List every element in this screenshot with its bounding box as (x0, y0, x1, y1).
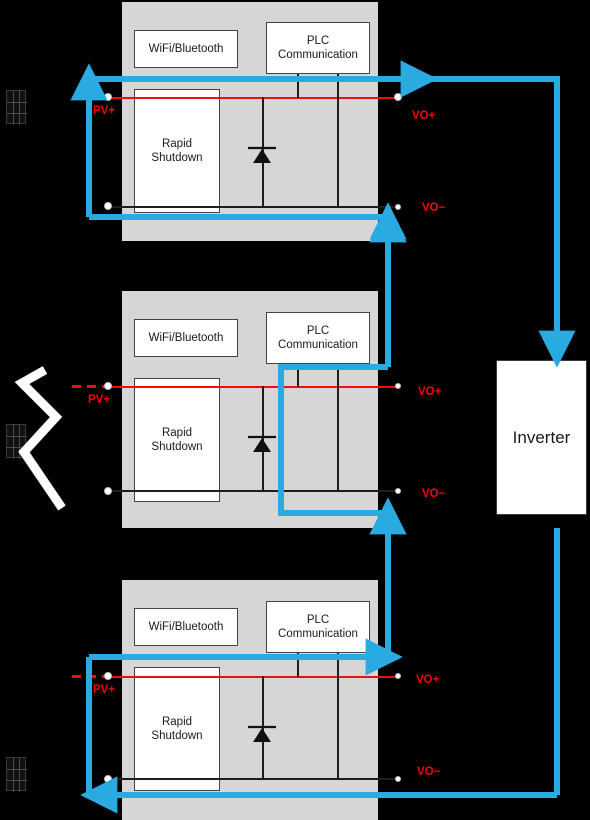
module-1-rsd-label-line1: Rapid (161, 137, 193, 150)
module-2-plc-tap-left (297, 364, 299, 387)
solar-panel-icon-1 (6, 90, 27, 125)
diagram-canvas: WiFi/Bluetooth PLC Communication Rapid S… (0, 0, 590, 820)
module-2-plc-communication-box[interactable]: PLC Communication (266, 312, 370, 364)
module-3-rsd-label-line1: Rapid (161, 715, 193, 728)
module-2-negative-rail (108, 490, 398, 492)
module-2-wifi-bluetooth-box[interactable]: WiFi/Bluetooth (134, 319, 238, 357)
module-2-plc-label-line1: PLC (306, 324, 330, 337)
module-1-diode-branch (262, 97, 264, 207)
module-3-wifi-bluetooth-label: WiFi/Bluetooth (148, 620, 224, 633)
solar-panel-icon-3 (6, 757, 27, 792)
module-2-rsd-label-line1: Rapid (161, 426, 193, 439)
module-3-negative-rail (108, 778, 398, 780)
module-2-diode-branch (262, 386, 264, 491)
module-3-output-negative-label: VO− (417, 766, 441, 778)
module-1-pv-positive-node (104, 93, 112, 101)
module-3-rapid-shutdown-box[interactable]: Rapid Shutdown (134, 667, 220, 791)
module-3-pv-negative-node (104, 775, 112, 783)
module-3-pv-positive-rail (108, 676, 398, 678)
module-1-output-negative-label: VO− (422, 202, 446, 214)
module-2-output-positive-node (395, 383, 401, 389)
zigzag-break-icon (14, 366, 66, 511)
module-1-negative-rail (108, 206, 398, 208)
module-1-pv-positive-rail (108, 97, 398, 99)
module-2-pv-negative-node (104, 487, 112, 495)
module-2-pv-positive-node (104, 382, 112, 390)
module-1-pv-negative-node (104, 202, 112, 210)
module-1-wifi-bluetooth-label: WiFi/Bluetooth (148, 42, 224, 55)
solar-panel-icon-2 (6, 424, 27, 459)
module-1-output-negative-node (395, 204, 401, 210)
module-2-rapid-shutdown-box[interactable]: Rapid Shutdown (134, 378, 220, 502)
module-3-plc-label-line1: PLC (306, 613, 330, 626)
module-3-pv-input-label: PV+ (93, 684, 116, 696)
module-1-output-positive-node (394, 93, 402, 101)
module-3-output-positive-node (395, 673, 401, 679)
inverter-label: Inverter (512, 427, 571, 447)
module-3-diode-branch (262, 676, 264, 779)
module-3-plc-tap-right (337, 653, 339, 779)
module-2-output-positive-label: VO+ (418, 386, 442, 398)
module-1-wifi-bluetooth-box[interactable]: WiFi/Bluetooth (134, 30, 238, 68)
module-3-plc-communication-box[interactable]: PLC Communication (266, 601, 370, 653)
module-3-pv-positive-node (104, 672, 112, 680)
module-1-rapid-shutdown-box[interactable]: Rapid Shutdown (134, 89, 220, 213)
module-3-plc-tap-left (297, 653, 299, 677)
module-3-plc-label-line2: Communication (278, 628, 358, 640)
module-1-pv-input-label: PV+ (93, 105, 116, 117)
module-1-plc-label-line1: PLC (306, 34, 330, 47)
module-3-wifi-bluetooth-box[interactable]: WiFi/Bluetooth (134, 608, 238, 646)
module-1-rsd-label-line2: Shutdown (151, 152, 203, 164)
inverter-box[interactable]: Inverter (496, 360, 587, 515)
module-2-output-negative-label: VO− (422, 488, 446, 500)
module-1-plc-tap-right (337, 74, 339, 207)
module-1-output-positive-label: VO+ (412, 110, 436, 122)
module-3-output-negative-node (395, 776, 401, 782)
module-1-plc-label-line2: Communication (278, 49, 358, 61)
module-2-rsd-label-line2: Shutdown (151, 441, 203, 453)
module-2-wifi-bluetooth-label: WiFi/Bluetooth (148, 331, 224, 344)
module-2-pv-input-label: PV+ (88, 394, 111, 406)
module-2-plc-label-line2: Communication (278, 339, 358, 351)
module-2-output-negative-node (395, 488, 401, 494)
module-2-pv-positive-rail (108, 386, 398, 388)
module-3-rsd-label-line2: Shutdown (151, 730, 203, 742)
module-1-plc-tap-left (297, 74, 299, 98)
module-1-plc-communication-box[interactable]: PLC Communication (266, 22, 370, 74)
module-2-plc-tap-right (337, 364, 339, 491)
module-3-output-positive-label: VO+ (416, 674, 440, 686)
